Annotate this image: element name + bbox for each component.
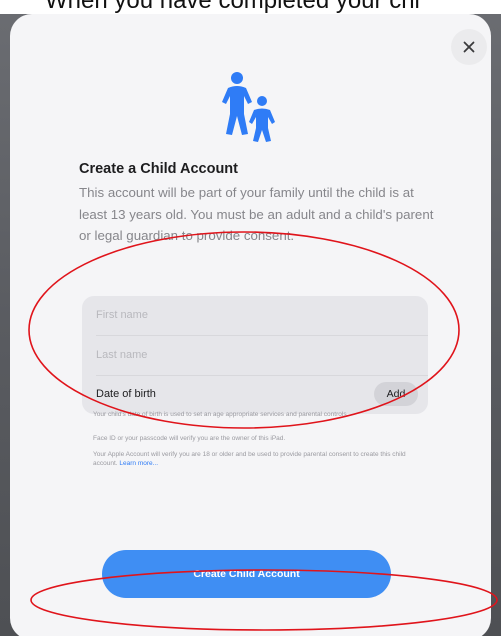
create-child-account-button[interactable]: Create Child Account [102,550,391,598]
create-child-account-sheet: Create a Child Account This account will… [10,14,491,636]
first-name-input[interactable] [96,302,396,328]
close-icon [463,41,475,53]
date-of-birth-label: Date of birth [96,388,156,400]
date-of-birth-row[interactable]: Date of birth Add [82,374,428,414]
face-id-note: Face ID or your passcode will verify you… [93,435,286,442]
parent-child-icon [222,72,275,142]
dialog-description: This account will be part of your family… [79,185,434,243]
background-caption-strip: When you have completed your chi [0,0,501,14]
child-info-form: Date of birth Add [82,296,428,414]
first-name-row [82,296,428,336]
learn-more-link[interactable]: Learn more... [119,460,158,467]
background-caption: When you have completed your chi [45,0,420,14]
last-name-input[interactable] [96,342,396,368]
close-button[interactable] [451,29,487,65]
dob-note: Your child's date of birth is used to se… [93,411,349,418]
dialog-title: Create a Child Account [79,161,238,177]
add-date-of-birth-button[interactable]: Add [374,382,418,406]
screen: When you have completed your chi Create … [0,0,501,636]
last-name-row [82,336,428,376]
apple-account-note: Your Apple Account will verify you are 1… [93,450,423,468]
